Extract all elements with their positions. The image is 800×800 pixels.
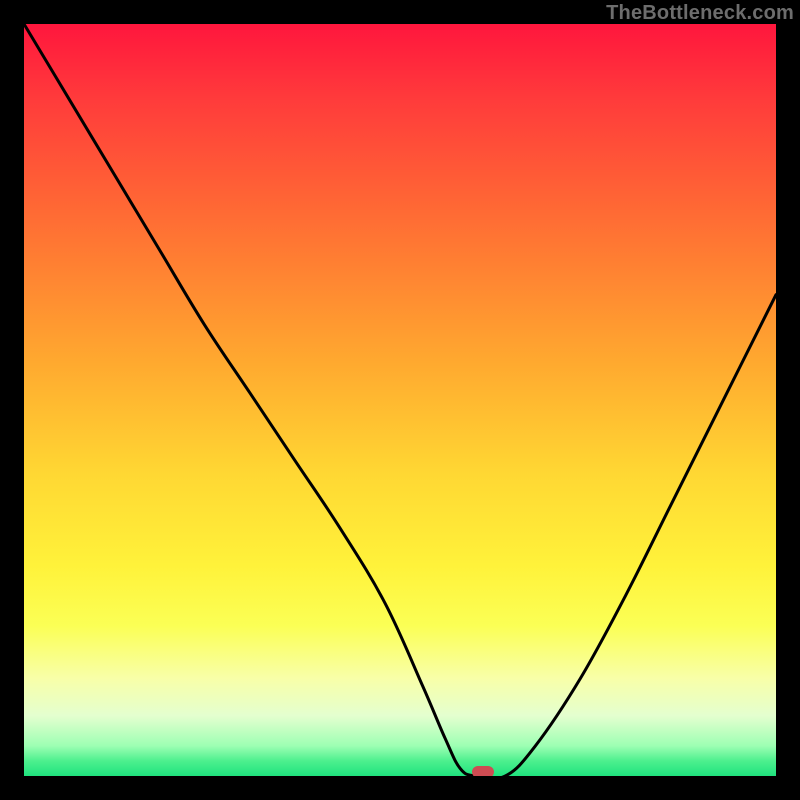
minimum-marker	[472, 766, 494, 776]
curve-svg	[24, 24, 776, 776]
watermark-text: TheBottleneck.com	[606, 2, 794, 25]
plot-area	[24, 24, 776, 776]
bottleneck-curve	[24, 24, 776, 776]
chart-frame: TheBottleneck.com	[0, 0, 800, 800]
